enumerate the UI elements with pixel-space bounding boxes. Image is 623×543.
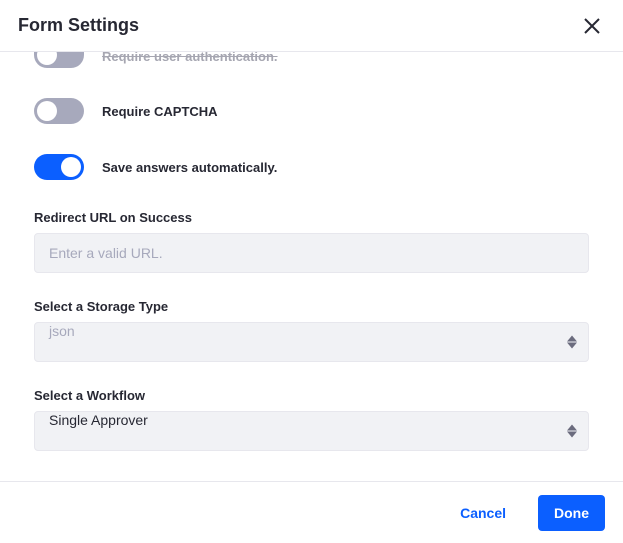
workflow-label: Select a Workflow [34, 388, 589, 403]
toggle-knob [61, 157, 81, 177]
redirect-url-input[interactable] [34, 233, 589, 273]
toggle-label-captcha: Require CAPTCHA [102, 104, 218, 119]
close-button[interactable] [579, 13, 605, 39]
toggle-row-captcha: Require CAPTCHA [34, 98, 589, 124]
field-redirect-url: Redirect URL on Success [34, 210, 589, 273]
toggle-knob [37, 52, 57, 65]
toggle-row-autosave: Save answers automatically. [34, 154, 589, 180]
dialog-header: Form Settings [0, 0, 623, 52]
workflow-select[interactable]: Single Approver [34, 411, 589, 451]
toggle-label-autosave: Save answers automatically. [102, 160, 277, 175]
field-workflow: Select a Workflow Single Approver [34, 388, 589, 451]
redirect-url-label: Redirect URL on Success [34, 210, 589, 225]
dialog-title: Form Settings [18, 15, 139, 36]
storage-type-label: Select a Storage Type [34, 299, 589, 314]
toggle-knob [37, 101, 57, 121]
toggle-row-auth: Require user authentication. [34, 52, 589, 68]
field-storage-type: Select a Storage Type json [34, 299, 589, 362]
dialog-footer: Cancel Done [0, 481, 623, 543]
dialog-content: Require user authentication. Require CAP… [0, 52, 623, 481]
done-button[interactable]: Done [538, 495, 605, 531]
storage-type-select[interactable]: json [34, 322, 589, 362]
cancel-button[interactable]: Cancel [444, 495, 522, 531]
toggle-autosave[interactable] [34, 154, 84, 180]
toggle-require-auth[interactable] [34, 52, 84, 68]
workflow-select-wrap: Single Approver [34, 411, 589, 451]
toggle-label-auth: Require user authentication. [102, 52, 278, 64]
storage-select-wrap: json [34, 322, 589, 362]
close-icon [583, 17, 601, 35]
toggle-require-captcha[interactable] [34, 98, 84, 124]
